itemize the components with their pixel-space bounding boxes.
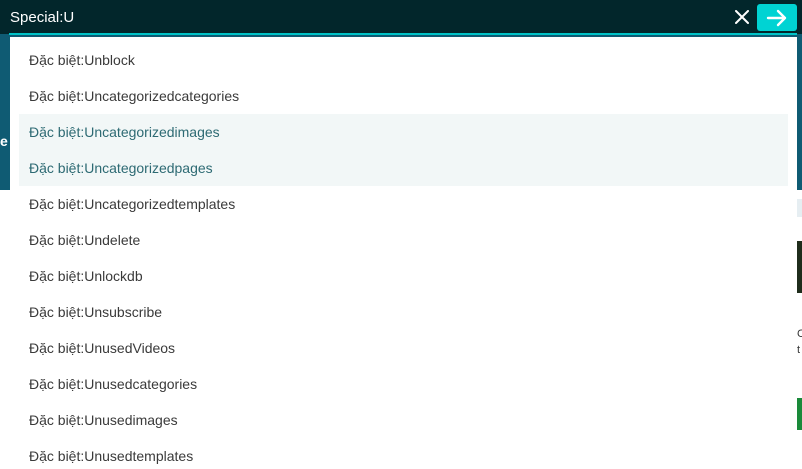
background-text-fragment: e: [0, 133, 8, 149]
suggestion-item[interactable]: Đặc biệt:Unblock: [19, 42, 788, 78]
suggestion-item[interactable]: Đặc biệt:Uncategorizedimages: [19, 114, 788, 150]
suggestion-item[interactable]: Đặc biệt:Unsubscribe: [19, 294, 788, 330]
close-icon: [735, 10, 749, 24]
background-strip: [797, 199, 802, 217]
suggestion-item[interactable]: Đặc biệt:Undelete: [19, 222, 788, 258]
suggestion-item[interactable]: Đặc biệt:Uncategorizedpages: [19, 150, 788, 186]
suggestion-item[interactable]: Đặc biệt:Unusedimages: [19, 402, 788, 438]
search-underline: [9, 33, 797, 35]
search-input[interactable]: [10, 7, 710, 27]
suggestion-item[interactable]: Đặc biệt:Unusedcategories: [19, 366, 788, 402]
arrow-right-icon: [766, 9, 787, 26]
background-thumbnail[interactable]: [797, 241, 802, 293]
suggestion-item[interactable]: Đặc biệt:Unlockdb: [19, 258, 788, 294]
suggestion-item[interactable]: Đặc biệt:UnusedVideos: [19, 330, 788, 366]
background-thumbnail[interactable]: [797, 398, 802, 430]
suggestion-item[interactable]: Đặc biệt:Uncategorizedtemplates: [19, 186, 788, 222]
clear-search-button[interactable]: [732, 7, 752, 27]
suggestions-dropdown: Đặc biệt:Unblock Đặc biệt:Uncategorizedca…: [10, 37, 797, 469]
background-text-fragment: C t: [797, 326, 802, 390]
search-submit-button[interactable]: [757, 4, 797, 31]
suggestion-item[interactable]: Đặc biệt:Unusedtemplates: [19, 438, 788, 469]
suggestion-item[interactable]: Đặc biệt:Uncategorizedcategories: [19, 78, 788, 114]
search-bar: [0, 0, 802, 35]
